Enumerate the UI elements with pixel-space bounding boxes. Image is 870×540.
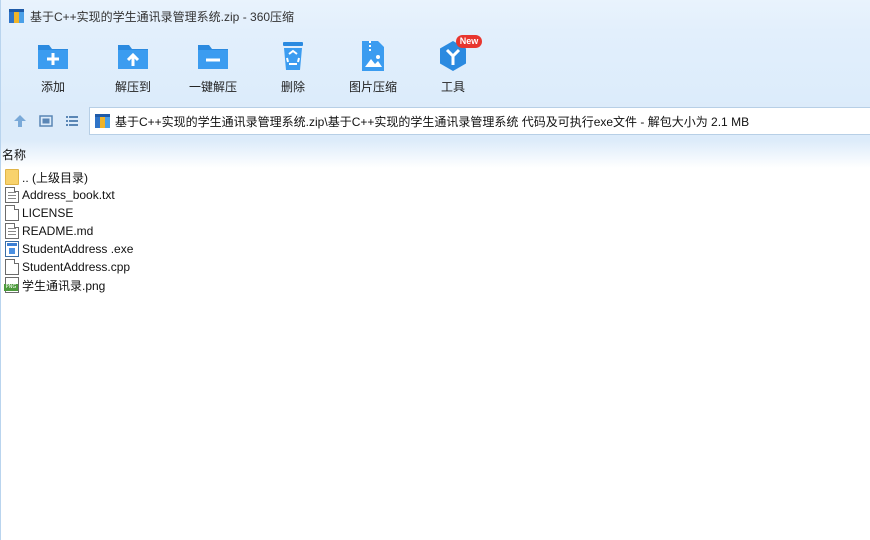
toolbar: 添加 解压到 一键解压 删除 图片压缩 New 工具 [1,32,870,102]
list-item[interactable]: LICENSE [1,204,870,222]
tools-label: 工具 [440,80,465,94]
add-icon [36,39,70,73]
path-field[interactable]: 基于C++实现的学生通讯录管理系统.zip\基于C++实现的学生通讯录管理系统 … [89,107,870,135]
folder-icon [5,169,19,185]
extract-to-label: 解压到 [114,80,151,94]
list-item[interactable]: Address_book.txt [1,186,870,204]
file-name: README.md [22,224,94,238]
tools-icon: New [436,35,482,73]
column-header-name[interactable]: 名称 [1,140,26,168]
thumbnail-view-icon [39,115,53,127]
add-button[interactable]: 添加 [13,32,93,102]
delete-icon [276,39,310,73]
app-window: 基于C++实现的学生通讯录管理系统.zip - 360压缩 添加 解压到 一键解… [0,0,870,540]
list-item[interactable]: PNG 学生通讯录.png [1,276,870,294]
file-name: Address_book.txt [22,188,115,202]
thumbnail-view-button[interactable] [33,108,59,134]
file-icon [5,259,19,275]
one-click-extract-icon [196,39,230,73]
text-file-icon [5,223,19,239]
list-item[interactable]: README.md [1,222,870,240]
add-label: 添加 [40,80,65,94]
file-name: 学生通讯录.png [22,278,106,293]
one-click-extract-button[interactable]: 一键解压 [173,32,253,102]
text-file-icon [5,187,19,203]
new-badge: New [456,35,482,48]
file-name: LICENSE [22,206,74,220]
address-bar: 基于C++实现的学生通讯录管理系统.zip\基于C++实现的学生通讯录管理系统 … [1,102,870,140]
tools-button[interactable]: New 工具 [413,32,493,102]
image-compress-label: 图片压缩 [348,80,397,94]
delete-button[interactable]: 删除 [253,32,333,102]
executable-icon [5,241,19,257]
file-icon [5,205,19,221]
file-name: .. (上级目录) [22,170,88,185]
list-header: 名称 [1,140,870,168]
list-view-button[interactable] [59,108,85,134]
file-name: StudentAddress.cpp [22,260,131,274]
window-title: 基于C++实现的学生通讯录管理系统.zip - 360压缩 [30,9,295,24]
archive-icon [95,113,110,129]
file-list: 名称 .. (上级目录) Address_book.txt LICENSE RE… [1,140,870,540]
list-item[interactable]: StudentAddress.cpp [1,258,870,276]
delete-label: 删除 [280,80,305,94]
path-text: 基于C++实现的学生通讯录管理系统.zip\基于C++实现的学生通讯录管理系统 … [115,114,750,129]
image-compress-icon [356,39,390,73]
file-rows: .. (上级目录) Address_book.txt LICENSE READM… [1,168,870,294]
one-click-extract-label: 一键解压 [188,80,237,94]
list-item[interactable]: .. (上级目录) [1,168,870,186]
extract-to-icon [116,39,150,73]
arrow-up-icon [14,115,26,127]
title-bar: 基于C++实现的学生通讯录管理系统.zip - 360压缩 [1,0,870,32]
extract-to-button[interactable]: 解压到 [93,32,173,102]
up-level-button[interactable] [7,108,33,134]
list-item[interactable]: StudentAddress .exe [1,240,870,258]
nav-buttons [1,108,89,134]
file-name: StudentAddress .exe [22,242,134,256]
image-file-icon: PNG [4,277,19,293]
archive-icon [9,8,24,24]
list-view-icon [66,116,78,126]
image-compress-button[interactable]: 图片压缩 [333,32,413,102]
